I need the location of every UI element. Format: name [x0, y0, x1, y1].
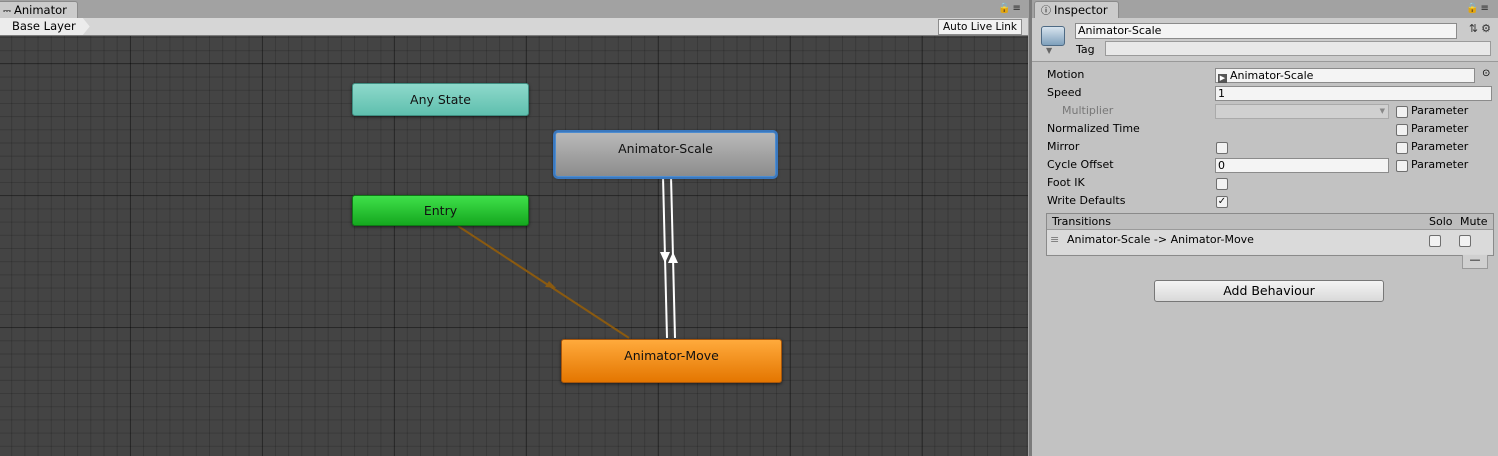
animator-icon: ⎓ [3, 6, 11, 17]
animator-scale-node[interactable]: Animator-Scale [555, 132, 776, 177]
inspector-header: ▼ Animator-Scale ⇅⚙ Tag [1032, 18, 1498, 62]
state-name-field[interactable]: Animator-Scale [1075, 23, 1457, 39]
animator-scale-label: Animator-Scale [618, 141, 713, 156]
transitions-title: Transitions [1052, 215, 1111, 228]
inspector-window: ⓘ Inspector 🔒≡ ▼ Animator-Scale ⇅⚙ Tag Mo… [1032, 0, 1498, 456]
mirror-label: Mirror [1047, 140, 1080, 153]
write-defaults-checkbox[interactable]: ✓ [1216, 196, 1228, 208]
normalized-time-parameter-checkbox[interactable] [1396, 124, 1408, 136]
motion-label: Motion [1047, 68, 1085, 81]
animator-toolbar: Base Layer Auto Live Link [0, 18, 1028, 36]
object-picker-icon[interactable]: ⊙ [1482, 68, 1490, 79]
lock-icon[interactable]: 🔒≡ [998, 3, 1023, 14]
mirror-checkbox[interactable] [1216, 142, 1228, 154]
animator-move-node[interactable]: Animator-Move [561, 339, 782, 383]
multiplier-label: Multiplier [1062, 104, 1114, 117]
settings-icon[interactable]: ⇅⚙ [1469, 22, 1494, 35]
drag-handle-icon[interactable]: ≡ [1050, 230, 1059, 250]
animator-move-label: Animator-Move [624, 348, 719, 363]
foot-ik-label: Foot IK [1047, 176, 1085, 189]
multiplier-parameter-label: Parameter [1411, 104, 1469, 117]
tag-field[interactable] [1105, 41, 1491, 56]
add-behaviour-button[interactable]: Add Behaviour [1154, 280, 1384, 302]
cycle-offset-field[interactable]: 0 [1215, 158, 1389, 173]
any-state-node[interactable]: Any State [352, 83, 529, 116]
mute-header: Mute [1460, 215, 1488, 228]
entry-label: Entry [423, 203, 458, 218]
transition-arrow-down [660, 252, 670, 263]
solo-header: Solo [1429, 215, 1453, 228]
state-icon [1041, 26, 1065, 46]
multiplier-parameter-checkbox[interactable] [1396, 106, 1408, 118]
inspector-tab[interactable]: ⓘ Inspector [1034, 1, 1119, 19]
motion-field[interactable]: ▶ Animator-Scale [1215, 68, 1475, 83]
animator-window: ⎓ Animator 🔒≡ Base Layer Auto Live Link A… [0, 0, 1029, 456]
speed-label: Speed [1047, 86, 1082, 99]
transition-row-label: Animator-Scale -> Animator-Move [1067, 233, 1254, 246]
transitions-header: Transitions Solo Mute [1047, 214, 1493, 230]
tag-label: Tag [1076, 43, 1095, 56]
write-defaults-label: Write Defaults [1047, 194, 1126, 207]
play-icon: ▶ [1218, 74, 1227, 83]
transitions-list: Transitions Solo Mute ≡ Animator-Scale -… [1046, 213, 1494, 256]
chevron-down-icon: ▼ [1379, 107, 1385, 115]
inspector-tab-label: Inspector [1054, 3, 1108, 17]
transition-row[interactable]: ≡ Animator-Scale -> Animator-Move [1047, 230, 1493, 254]
entry-transition-line[interactable] [457, 225, 630, 339]
normalized-time-parameter-label: Parameter [1411, 122, 1469, 135]
state-machine-graph[interactable]: Any State Entry Animator-Scale Animator-… [0, 36, 1028, 456]
cycle-offset-parameter-checkbox[interactable] [1396, 160, 1408, 172]
entry-node[interactable]: Entry [352, 195, 529, 226]
remove-transition-button[interactable]: — [1462, 254, 1488, 269]
layer-breadcrumb[interactable]: Base Layer [0, 18, 90, 35]
speed-field[interactable]: 1 [1215, 86, 1492, 101]
foot-ik-checkbox[interactable] [1216, 178, 1228, 190]
mirror-parameter-label: Parameter [1411, 140, 1469, 153]
auto-live-link-button[interactable]: Auto Live Link [938, 19, 1022, 35]
inspector-tabbar: ⓘ Inspector 🔒≡ [1032, 0, 1498, 19]
normalized-time-label: Normalized Time [1047, 122, 1140, 135]
cycle-offset-parameter-label: Parameter [1411, 158, 1469, 171]
cycle-offset-label: Cycle Offset [1047, 158, 1114, 171]
mute-checkbox[interactable] [1459, 235, 1471, 247]
solo-checkbox[interactable] [1429, 235, 1441, 247]
info-icon: ⓘ [1041, 6, 1051, 17]
multiplier-dropdown: ▼ [1215, 104, 1389, 119]
any-state-label: Any State [410, 92, 471, 107]
animator-tab-label: Animator [13, 3, 67, 17]
chevron-down-icon[interactable]: ▼ [1046, 46, 1052, 55]
inspector-lock-icon[interactable]: 🔒≡ [1466, 3, 1491, 14]
mirror-parameter-checkbox[interactable] [1396, 142, 1408, 154]
animator-tab[interactable]: ⎓ Animator [0, 1, 78, 19]
transition-arrow-up [668, 252, 678, 263]
motion-value: Animator-Scale [1230, 69, 1314, 82]
